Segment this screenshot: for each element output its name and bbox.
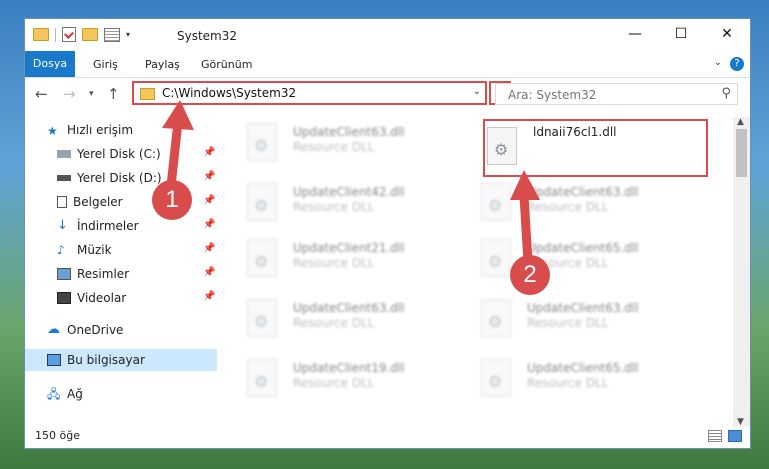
annotation-arrows bbox=[162, 100, 540, 263]
step-badge-2: 2 bbox=[510, 255, 550, 295]
step-badge-1: 1 bbox=[152, 180, 192, 220]
arrow-2 bbox=[510, 170, 540, 263]
